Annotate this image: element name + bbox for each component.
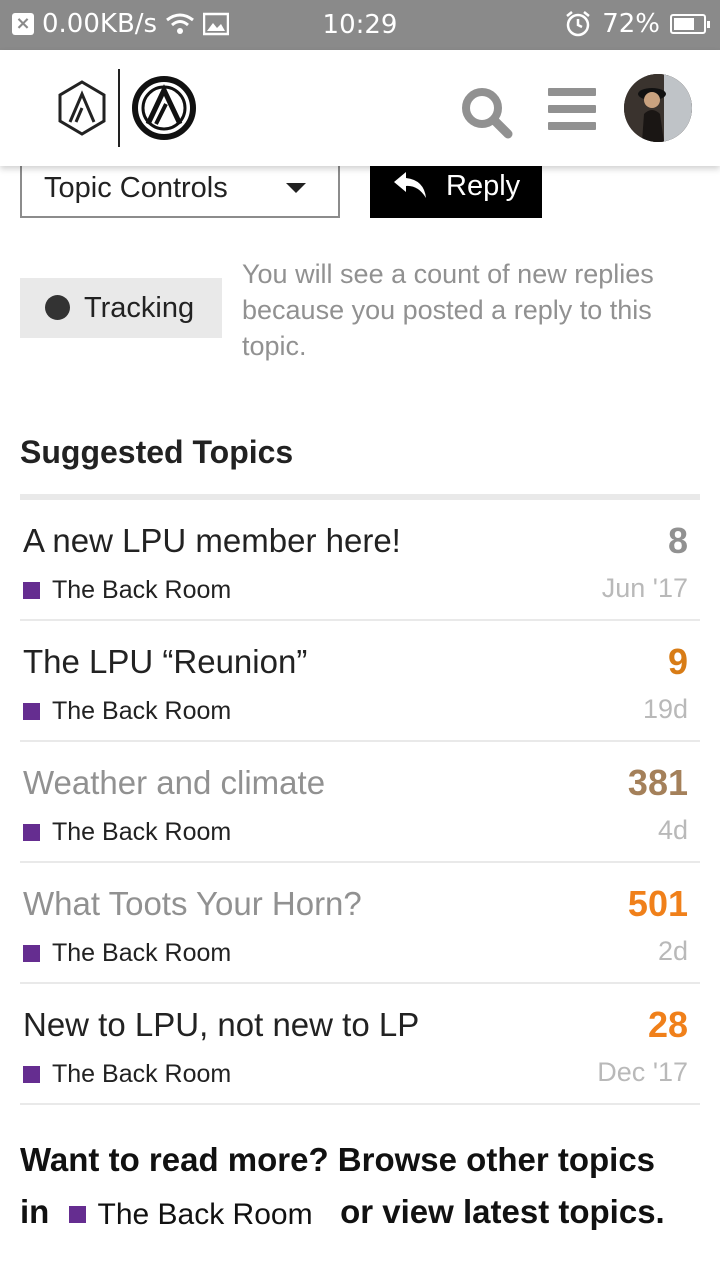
suggested-topics-list: A new LPU member here! 8 The Back Room J…	[20, 494, 700, 1105]
battery-percent: 72%	[602, 9, 660, 39]
topic-title[interactable]: A new LPU member here!	[23, 522, 401, 560]
topic-reply-count: 9	[667, 641, 688, 682]
topic-title[interactable]: Weather and climate	[23, 764, 325, 802]
category-badge-icon	[23, 824, 40, 841]
topic-reply-count: 381	[627, 762, 688, 803]
hamburger-menu-icon[interactable]	[548, 88, 596, 139]
status-bar: × 0.00KB/s 10:29 72%	[0, 0, 720, 50]
read-more-category-link[interactable]: The Back Room	[59, 1189, 313, 1241]
category-badge-icon	[68, 1206, 86, 1223]
topic-controls-label: Topic Controls	[44, 172, 228, 204]
logo-divider	[118, 69, 120, 147]
tracking-button[interactable]: Tracking	[20, 278, 222, 338]
site-logo[interactable]	[56, 68, 198, 148]
topic-age: Jun '17	[601, 573, 688, 603]
alarm-icon	[566, 11, 590, 37]
topic-row[interactable]: A new LPU member here! 8 The Back Room J…	[20, 500, 700, 621]
category-badge-icon	[23, 703, 40, 720]
topic-age: 4d	[657, 815, 688, 845]
tracking-dot-icon	[45, 295, 70, 320]
topic-row[interactable]: Weather and climate 381 The Back Room 4d	[20, 742, 700, 863]
battery-icon	[670, 14, 710, 34]
search-icon[interactable]	[460, 86, 514, 140]
topic-category[interactable]: The Back Room	[23, 939, 231, 968]
suggested-topics-heading: Suggested Topics	[20, 434, 294, 470]
topic-row[interactable]: The LPU “Reunion” 9 The Back Room 19d	[20, 621, 700, 742]
lp-hex-logo-icon	[58, 80, 106, 136]
tracking-label: Tracking	[84, 292, 195, 324]
tracking-description: You will see a count of new replies beca…	[242, 259, 654, 361]
topic-row[interactable]: What Toots Your Horn? 501 The Back Room …	[20, 863, 700, 984]
topic-reply-count: 501	[627, 883, 688, 924]
category-label: The Back Room	[52, 939, 232, 967]
topic-title[interactable]: The LPU “Reunion”	[23, 643, 307, 681]
read-more-footer: Want to read more? Browse other topics i…	[20, 1134, 710, 1241]
reply-label: Reply	[446, 170, 521, 202]
topic-row[interactable]: New to LPU, not new to LP 28 The Back Ro…	[20, 984, 700, 1105]
topic-age: Dec '17	[597, 1057, 688, 1087]
topic-title[interactable]: New to LPU, not new to LP	[23, 1006, 419, 1044]
category-label: The Back Room	[52, 1060, 232, 1088]
status-right: 72%	[564, 9, 710, 39]
topic-category[interactable]: The Back Room	[23, 1060, 231, 1089]
topic-category[interactable]: The Back Room	[23, 818, 231, 847]
category-label: The Back Room	[52, 576, 232, 604]
topic-category[interactable]: The Back Room	[23, 576, 231, 605]
category-label: The Back Room	[52, 818, 232, 846]
topic-reply-count: 8	[667, 520, 688, 561]
lp-circle-logo-icon	[132, 76, 196, 140]
site-header	[0, 50, 720, 166]
read-more-category-label: The Back Room	[97, 1197, 313, 1231]
category-label: The Back Room	[52, 697, 232, 725]
topic-title[interactable]: What Toots Your Horn?	[23, 885, 362, 923]
category-badge-icon	[23, 582, 40, 599]
view-latest-link[interactable]: or view latest topics.	[340, 1193, 665, 1230]
reply-arrow-icon	[394, 172, 426, 198]
category-badge-icon	[23, 945, 40, 962]
topic-reply-count: 28	[647, 1004, 688, 1045]
read-more-text: Want to read more? Browse other topics	[20, 1141, 656, 1178]
topic-category[interactable]: The Back Room	[23, 697, 231, 726]
topic-age: 2d	[657, 936, 688, 966]
topic-age: 19d	[642, 694, 688, 724]
category-badge-icon	[23, 1066, 40, 1083]
user-avatar[interactable]	[624, 74, 692, 142]
chevron-down-icon	[286, 183, 306, 193]
read-more-in: in	[20, 1193, 50, 1230]
